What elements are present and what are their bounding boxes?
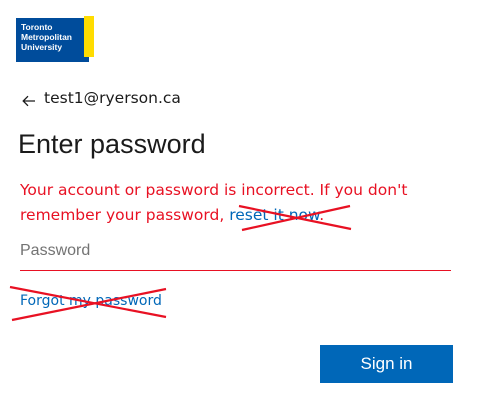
- logo-line-1: Toronto: [21, 22, 53, 32]
- sign-in-button[interactable]: Sign in: [320, 345, 453, 383]
- logo-accent-bar: [84, 16, 94, 57]
- account-email: test1@ryerson.ca: [44, 89, 181, 107]
- password-input[interactable]: [20, 234, 451, 271]
- logo-line-3: University: [21, 42, 63, 52]
- error-text: Your account or password is incorrect. I…: [20, 181, 408, 224]
- logo-wordmark: Toronto Metropolitan University: [21, 22, 72, 52]
- account-back-row: test1@ryerson.ca: [22, 86, 181, 110]
- error-message: Your account or password is incorrect. I…: [20, 178, 460, 228]
- page-title: Enter password: [18, 129, 206, 159]
- back-arrow-icon[interactable]: [22, 92, 36, 107]
- forgot-password-link[interactable]: Forgot my password: [20, 293, 162, 309]
- university-logo: Toronto Metropolitan University: [16, 16, 95, 62]
- error-text-end: .: [319, 206, 325, 224]
- reset-password-link[interactable]: reset it now: [229, 206, 319, 224]
- logo-line-2: Metropolitan: [21, 32, 72, 42]
